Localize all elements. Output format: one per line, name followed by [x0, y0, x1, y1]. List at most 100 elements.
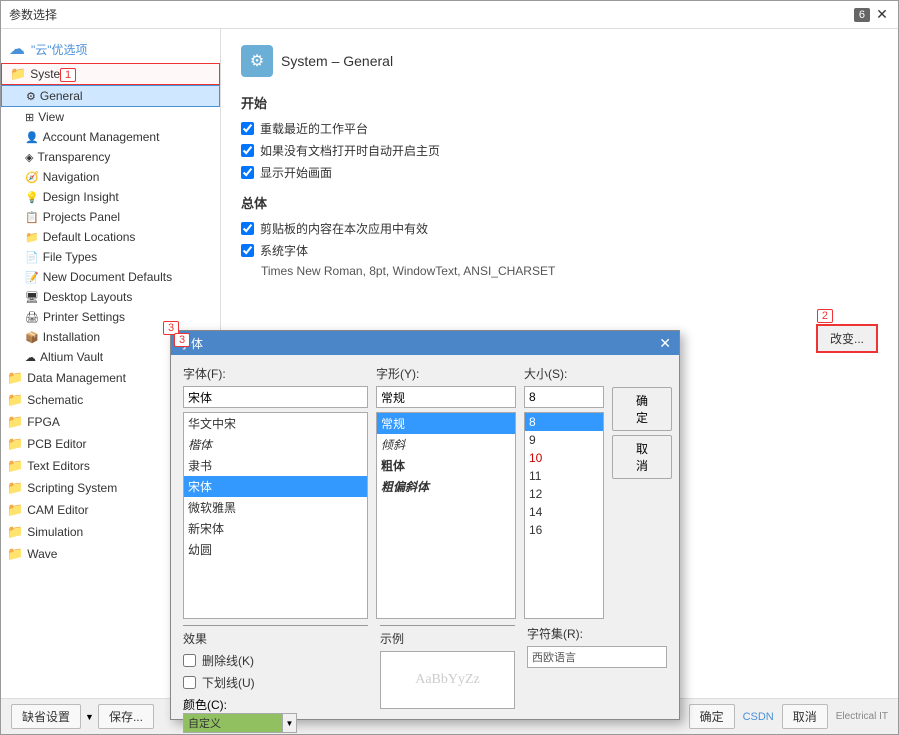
group-start: 开始	[241, 93, 878, 112]
check-open-home: 如果没有文档打开时自动开启主页	[241, 142, 878, 159]
size-list-item-12[interactable]: 12	[525, 485, 603, 503]
sample-text: AaBbYyZz	[415, 672, 480, 688]
check-clipboard-label: 剪贴板的内容在本次应用中有效	[260, 220, 428, 237]
sidebar-item-design[interactable]: 💡 Design Insight	[1, 187, 220, 207]
font-list-item[interactable]: 新宋体	[184, 518, 367, 539]
size-list-item-9[interactable]: 9	[525, 431, 603, 449]
font-list-item[interactable]: 楷体	[184, 434, 367, 455]
folder-icon-text: 📁	[7, 458, 23, 474]
check-strikeout-input[interactable]	[183, 654, 196, 667]
dialog-cancel-button[interactable]: 取消	[612, 435, 672, 479]
font-name-label: 字体(F):	[183, 365, 368, 382]
sidebar-item-printer[interactable]: 🖨 Printer Settings	[1, 307, 220, 327]
check-sysfont-input[interactable]	[241, 244, 254, 257]
style-list-item-bold[interactable]: 粗体	[377, 455, 515, 476]
defaults-button[interactable]: 缺省设置	[11, 704, 81, 729]
sidebar-item-transparency[interactable]: ◈ Transparency	[1, 147, 220, 167]
sample-box: 示例 AaBbYyZz	[380, 625, 515, 709]
dialog-close-button[interactable]: ✕	[659, 335, 671, 352]
sidebar-label-filetypes: File Types	[43, 250, 97, 264]
section-icon: ⚙	[241, 45, 273, 77]
change-font-button[interactable]: 改变...	[816, 324, 878, 353]
font-list-item[interactable]: 微软雅黑	[184, 497, 367, 518]
check-sysfont: 系统字体	[241, 242, 878, 259]
item-icon-account: 👤	[25, 131, 39, 144]
sidebar-item-view[interactable]: ⊞ View	[1, 107, 220, 127]
sidebar-item-desktop[interactable]: 🖥 Desktop Layouts	[1, 287, 220, 307]
dialog-ok-button[interactable]: 确定	[612, 387, 672, 431]
item-icon-design: 💡	[25, 191, 39, 204]
charset-label: 字符集(R):	[527, 625, 667, 642]
item-icon-navigation: 🧭	[25, 171, 39, 184]
item-icon-filetypes: 📄	[25, 251, 39, 264]
font-size-label: 大小(S):	[524, 365, 604, 382]
sidebar-label-altium: Altium Vault	[40, 350, 103, 364]
check-recent-platform-input[interactable]	[241, 122, 254, 135]
sidebar-item-account[interactable]: 👤 Account Management	[1, 127, 220, 147]
color-dropdown[interactable]: ▼	[283, 713, 297, 733]
size-list-item-11[interactable]: 11	[525, 467, 603, 485]
sidebar-label-design: Design Insight	[43, 190, 119, 204]
size-list-item-10[interactable]: 10	[525, 449, 603, 467]
check-clipboard-input[interactable]	[241, 222, 254, 235]
sidebar-item-locations[interactable]: 📁 Default Locations	[1, 227, 220, 247]
sidebar-label-schematic: Schematic	[27, 393, 83, 407]
sidebar-label-install: Installation	[43, 330, 100, 344]
ok-button[interactable]: 确定	[689, 704, 735, 729]
font-list-item[interactable]: 华文中宋	[184, 413, 367, 434]
title-bar: 参数选择 6 ✕	[1, 1, 898, 29]
sidebar-item-navigation[interactable]: 🧭 Navigation	[1, 167, 220, 187]
dialog-buttons: 确定 取消	[612, 365, 672, 619]
item-icon-newdoc: 📝	[25, 271, 39, 284]
folder-icon-pcb: 📁	[7, 436, 23, 452]
font-preview-text: Times New Roman, 8pt, WindowText, ANSI_C…	[261, 264, 878, 278]
section-title: System – General	[281, 53, 393, 69]
size-list-item-14[interactable]: 14	[525, 503, 603, 521]
size-list-item-8[interactable]: 8	[525, 413, 603, 431]
style-list-item-bold-italic[interactable]: 粗偏斜体	[377, 476, 515, 497]
charset-input[interactable]	[527, 646, 667, 668]
font-name-input[interactable]	[183, 386, 368, 408]
sidebar-item-newdoc[interactable]: 📝 New Document Defaults	[1, 267, 220, 287]
folder-icon-fpga: 📁	[7, 414, 23, 430]
cancel-button[interactable]: 取消	[782, 704, 828, 729]
sidebar-label-desktop: Desktop Layouts	[43, 290, 132, 304]
color-swatch[interactable]: 自定义	[183, 713, 283, 733]
check-underline-input[interactable]	[183, 676, 196, 689]
dialog-title-bar: 字体 ✕	[171, 331, 679, 355]
section-header: ⚙ System – General	[241, 45, 878, 77]
close-button[interactable]: ✕	[874, 7, 890, 23]
sidebar-item-system[interactable]: 📁 System	[1, 63, 220, 85]
style-list-item-italic[interactable]: 倾斜	[377, 434, 515, 455]
item-icon-locations: 📁	[25, 231, 39, 244]
font-list-item[interactable]: 幼圆	[184, 539, 367, 560]
font-style-col: 字形(Y): 常规 倾斜 粗体 粗偏斜体	[376, 365, 516, 619]
item-icon-general: ⚙	[26, 90, 36, 103]
style-list-item-normal[interactable]: 常规	[377, 413, 515, 434]
font-size-input[interactable]	[524, 386, 604, 408]
dialog-bottom: 效果 删除线(K) 下划线(U) 颜色(C): 自定义 ▼	[183, 619, 667, 709]
dialog-content: 字体(F): 华文中宋 楷体 隶书 宋体 微软雅黑 新宋体 幼圆 字形(Y): …	[171, 355, 679, 719]
save-button[interactable]: 保存...	[98, 704, 154, 729]
font-style-input[interactable]	[376, 386, 516, 408]
sidebar-label-printer: Printer Settings	[43, 310, 125, 324]
dropdown-arrow-icon[interactable]: ▼	[85, 712, 94, 722]
check-open-home-input[interactable]	[241, 144, 254, 157]
cloud-icon: ☁	[9, 39, 25, 59]
sidebar-label-view: View	[38, 110, 64, 124]
badge-2: 2	[817, 309, 833, 323]
font-list-item-selected[interactable]: 宋体	[184, 476, 367, 497]
sidebar-label-cam: CAM Editor	[27, 503, 88, 517]
bottom-left: 缺省设置 ▼ 保存...	[11, 704, 154, 729]
window-title: 参数选择	[9, 6, 57, 23]
item-icon-install: 📦	[25, 331, 39, 344]
size-list-item-16[interactable]: 16	[525, 521, 603, 539]
item-icon-desktop: 🖥	[25, 291, 39, 304]
font-list-item[interactable]: 隶书	[184, 455, 367, 476]
check-show-start-input[interactable]	[241, 166, 254, 179]
sidebar-item-filetypes[interactable]: 📄 File Types	[1, 247, 220, 267]
brand-text: CSDN	[743, 711, 774, 723]
sidebar-item-general[interactable]: ⚙ General	[1, 85, 220, 107]
item-icon-view: ⊞	[25, 111, 34, 124]
sidebar-item-projects[interactable]: 📋 Projects Panel	[1, 207, 220, 227]
